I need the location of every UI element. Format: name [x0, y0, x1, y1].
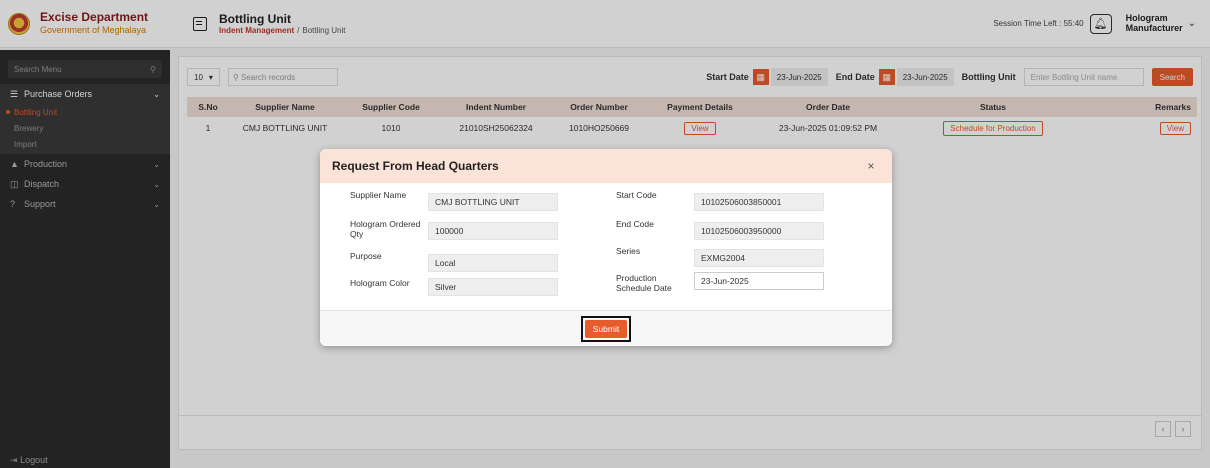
start-code-field: 10102506003850001 [694, 193, 824, 211]
end-code-row: End Code 10102506003950000 [616, 218, 824, 240]
series-label: Series [616, 246, 641, 256]
hologram-color-row: Hologram Color Silver [350, 277, 558, 296]
ordered-qty-field: 100000 [428, 222, 558, 240]
purpose-label: Purpose [350, 251, 382, 261]
schedule-date-input[interactable]: 23-Jun-2025 [694, 272, 824, 290]
modal-title: Request From Head Quarters [332, 159, 499, 173]
modal-header: Request From Head Quarters × [320, 149, 892, 183]
modal-footer: Submit [320, 310, 892, 346]
supplier-name-row: Supplier Name CMJ BOTTLING UNIT [350, 189, 558, 211]
purpose-row: Purpose Local [350, 250, 558, 272]
request-modal: Request From Head Quarters × Supplier Na… [320, 149, 892, 346]
start-code-label: Start Code [616, 190, 657, 200]
ordered-qty-row: Hologram Ordered Qty 100000 [350, 218, 558, 240]
supplier-name-field: CMJ BOTTLING UNIT [428, 193, 558, 211]
hologram-color-field: Silver [428, 278, 558, 296]
series-field: EXMG2004 [694, 249, 824, 267]
supplier-name-label: Supplier Name [350, 190, 407, 200]
submit-highlight: Submit [580, 315, 632, 342]
close-icon[interactable]: × [862, 157, 880, 175]
submit-button[interactable]: Submit [584, 319, 628, 338]
modal-body: Supplier Name CMJ BOTTLING UNIT Hologram… [320, 183, 892, 310]
start-code-row: Start Code 10102506003850001 [616, 189, 824, 211]
end-code-field: 10102506003950000 [694, 222, 824, 240]
schedule-date-label: Production Schedule Date [616, 273, 672, 293]
end-code-label: End Code [616, 219, 654, 229]
ordered-qty-label: Hologram Ordered Qty [350, 219, 421, 239]
hologram-color-label: Hologram Color [350, 278, 410, 288]
series-row: Series EXMG2004 [616, 245, 824, 267]
schedule-date-row: Production Schedule Date 23-Jun-2025 [616, 272, 824, 294]
purpose-field: Local [428, 254, 558, 272]
